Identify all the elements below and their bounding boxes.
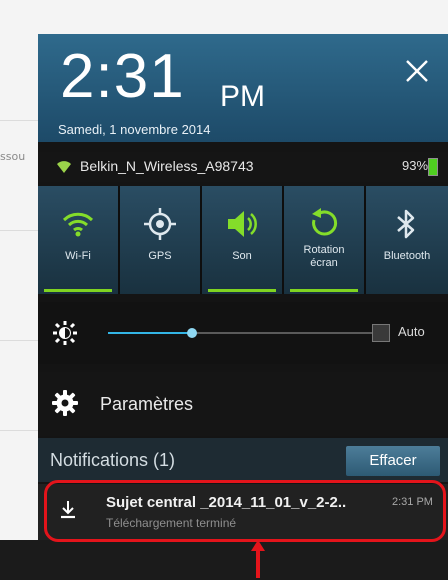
toggle-gps[interactable]: GPS bbox=[120, 186, 200, 294]
close-icon[interactable] bbox=[400, 54, 434, 88]
toggle-label: Bluetooth bbox=[383, 250, 431, 262]
quick-settings-toggles: Wi-Fi GPS Son Rotation écran Bluetooth bbox=[38, 186, 448, 294]
toggle-label: Rotation écran bbox=[303, 244, 345, 269]
gear-icon bbox=[52, 390, 78, 416]
background-divider bbox=[0, 120, 40, 121]
brightness-slider[interactable] bbox=[108, 328, 388, 338]
clock-time: 2:31 bbox=[60, 42, 185, 111]
clear-button[interactable]: Effacer bbox=[346, 446, 440, 476]
brightness-slider-fill bbox=[108, 332, 192, 334]
toggle-active-bar bbox=[208, 289, 276, 292]
toggle-active-bar bbox=[126, 289, 194, 292]
brightness-icon bbox=[53, 321, 77, 345]
annotation-arrow-icon bbox=[251, 540, 265, 578]
background-divider bbox=[0, 230, 40, 231]
brightness-slider-thumb[interactable] bbox=[187, 328, 197, 338]
wifi-ssid: Belkin_N_Wireless_A98743 bbox=[80, 158, 254, 174]
background-divider bbox=[0, 430, 40, 431]
gps-icon bbox=[144, 208, 176, 240]
settings-label: Paramètres bbox=[100, 394, 194, 414]
bluetooth-icon bbox=[397, 209, 415, 239]
toggle-label: Wi-Fi bbox=[65, 250, 91, 262]
battery-percent: 93% bbox=[402, 158, 429, 173]
background-divider bbox=[0, 340, 40, 341]
toggle-label: GPS bbox=[148, 250, 172, 262]
toggle-wifi[interactable]: Wi-Fi bbox=[38, 186, 118, 294]
network-status-row: Belkin_N_Wireless_A98743 93% bbox=[38, 152, 448, 182]
rotation-icon bbox=[312, 208, 338, 236]
date-text: Samedi, 1 novembre 2014 bbox=[58, 122, 211, 137]
settings-button[interactable]: Paramètres bbox=[38, 372, 448, 436]
battery-icon bbox=[428, 158, 438, 176]
annotation-highlight-ring bbox=[44, 480, 446, 542]
notification-shade: 2:31 PM Samedi, 1 novembre 2014 Belkin_N… bbox=[38, 34, 448, 540]
notifications-header: Notifications (1) Effacer bbox=[38, 438, 448, 482]
notifications-title: Notifications (1) bbox=[50, 450, 176, 470]
toggle-active-bar bbox=[44, 289, 112, 292]
wifi-signal-icon bbox=[57, 161, 71, 173]
toggle-bluetooth[interactable]: Bluetooth bbox=[366, 186, 448, 294]
toggle-active-bar bbox=[290, 289, 358, 292]
toggle-sound[interactable]: Son bbox=[202, 186, 282, 294]
auto-brightness-checkbox[interactable] bbox=[372, 324, 390, 342]
background-partial-text: ssou bbox=[0, 150, 26, 163]
toggle-active-bar bbox=[372, 289, 442, 292]
speaker-icon bbox=[228, 211, 257, 237]
toggle-label: Son bbox=[232, 250, 252, 262]
clock-ampm: PM bbox=[220, 80, 265, 113]
clock-header: 2:31 PM Samedi, 1 novembre 2014 bbox=[38, 34, 448, 142]
wifi-icon bbox=[62, 212, 94, 237]
auto-brightness-label: Auto bbox=[398, 324, 425, 339]
toggle-rotation[interactable]: Rotation écran bbox=[284, 186, 364, 294]
brightness-row: Auto bbox=[38, 302, 448, 364]
system-bottom-bar bbox=[0, 540, 448, 580]
